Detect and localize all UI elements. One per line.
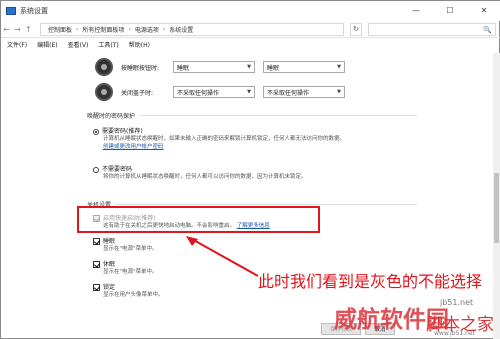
refresh-icon[interactable]: ↻ — [350, 23, 362, 36]
chevron-right-icon: › — [162, 26, 166, 33]
chevron-down-icon: ▼ — [247, 89, 251, 95]
divider — [116, 204, 417, 205]
account-password-link[interactable]: 创建或更改用户帐户密码 — [103, 144, 164, 150]
sleep-battery-select[interactable]: 睡眠 ▼ — [173, 61, 255, 73]
sleep-button-row: 按睡眠按钮时: 睡眠 ▼ 睡眠 ▼ — [95, 58, 353, 76]
lid-battery-select[interactable]: 不采取任何操作 ▼ — [173, 86, 255, 98]
radio-unselected-icon — [93, 166, 99, 173]
menu-bar: 文件(F) 编辑(E) 查看(V) 工具(T) 帮助(H) — [1, 39, 500, 50]
menu-help[interactable]: 帮助(H) — [129, 40, 150, 49]
lid-close-label: 关闭盖子时: — [121, 89, 154, 97]
address-bar: ← → ↑ 控制面板 › 所有控制面板项 › 电源选项 › 系统设置 ↻ 🔍 — [1, 22, 500, 38]
require-password-label: 需要密码(推荐) — [102, 128, 143, 135]
watermark-url: www.jb51.net — [434, 330, 475, 337]
no-password-radio[interactable]: 不需要密码 — [93, 164, 132, 173]
sleep-button-icon — [95, 58, 113, 76]
sleep-battery-value: 睡眠 — [177, 64, 190, 72]
password-section-header: 唤醒时的密码保护 — [87, 111, 417, 120]
sleep-button-label: 按睡眠按钮时: — [121, 64, 160, 72]
control-panel-icon — [6, 7, 16, 15]
highlight-box — [77, 206, 320, 233]
chevron-right-icon: › — [76, 26, 79, 33]
chevron-down-icon: ▼ — [337, 89, 341, 95]
require-password-desc: 计算机从睡眠状态唤醒时，如果未输入正确的密码来解锁计算机锁定，任何人都无法访问你… — [103, 135, 403, 151]
sleep-plugged-value: 睡眠 — [267, 64, 280, 72]
settings-content: 按睡眠按钮时: 睡眠 ▼ 睡眠 ▼ 关闭盖子时: 不采取任何操作 ▼ 不采取任何操作 ▼… — [87, 53, 417, 338]
vertical-scrollbar[interactable] — [493, 53, 500, 339]
hibernate-checkbox[interactable]: 休眠 — [93, 259, 115, 268]
no-password-desc: 将你的计算机从睡眠状态唤醒时，任何人都可以访问你的数据，因为计算机未锁定。 — [103, 174, 307, 180]
require-password-desc-text: 计算机从睡眠状态唤醒时，如果未输入正确的密码来解锁计算机锁定，任何人都无法访问你… — [103, 136, 346, 142]
chevron-down-icon: ▼ — [247, 64, 251, 70]
forward-icon[interactable]: → — [12, 25, 23, 34]
breadcrumb-control-panel[interactable]: 控制面板 — [48, 25, 72, 34]
radio-selected-icon — [93, 128, 99, 135]
close-button[interactable]: ✕ — [467, 1, 500, 19]
sleep-label: 睡眠 — [103, 238, 116, 245]
checkbox-checked-icon — [93, 284, 100, 291]
search-input[interactable]: 🔍 — [368, 23, 496, 36]
lid-plugged-value: 不采取任何操作 — [267, 89, 310, 97]
chevron-right-icon: › — [128, 26, 131, 33]
sleep-checkbox[interactable]: 睡眠 — [93, 236, 115, 245]
search-icon: 🔍 — [483, 25, 492, 34]
no-password-label: 不需要密码 — [102, 166, 133, 173]
checkbox-checked-icon — [93, 261, 100, 268]
up-icon[interactable]: ↑ — [23, 25, 34, 34]
menu-view[interactable]: 查看(V) — [68, 40, 89, 49]
lock-label: 锁定 — [103, 284, 116, 291]
back-icon[interactable]: ← — [1, 25, 12, 34]
lid-close-row: 关闭盖子时: 不采取任何操作 ▼ 不采取任何操作 ▼ — [95, 83, 353, 101]
menu-tools[interactable]: 工具(T) — [98, 40, 118, 49]
window-title: 系统设置 — [20, 7, 48, 15]
breadcrumb[interactable]: 控制面板 › 所有控制面板项 › 电源选项 › 系统设置 — [40, 23, 344, 36]
lid-close-icon — [95, 83, 113, 101]
checkbox-checked-icon — [93, 238, 100, 245]
lock-checkbox[interactable]: 锁定 — [93, 282, 115, 291]
annotation-text: 此时我们看到是灰色的不能选择 — [258, 272, 483, 291]
breadcrumb-system-settings[interactable]: 系统设置 — [169, 25, 193, 34]
require-password-radio[interactable]: 需要密码(推荐) — [93, 126, 143, 135]
sleep-desc: 显示在"电源"菜单中。 — [103, 246, 158, 252]
password-section-title: 唤醒时的密码保护 — [87, 113, 136, 120]
title-bar: 系统设置 — ☐ ✕ — [1, 1, 500, 21]
hibernate-label: 休眠 — [103, 261, 116, 268]
watermark-jb51: jb51.net — [440, 298, 474, 307]
chevron-down-icon: ▼ — [337, 64, 341, 70]
scrollbar-thumb[interactable] — [494, 173, 499, 243]
maximize-button[interactable]: ☐ — [433, 1, 467, 19]
breadcrumb-power-options[interactable]: 电源选项 — [135, 25, 159, 34]
menu-edit[interactable]: 编辑(E) — [37, 40, 57, 49]
breadcrumb-all-items[interactable]: 所有控制面板项 — [82, 25, 124, 34]
minimize-button[interactable]: — — [399, 1, 433, 19]
divider — [140, 115, 417, 116]
lock-desc: 显示在用户头像菜单中。 — [103, 292, 164, 298]
menu-file[interactable]: 文件(F) — [7, 40, 27, 49]
lid-plugged-select[interactable]: 不采取任何操作 ▼ — [263, 86, 345, 98]
sleep-plugged-select[interactable]: 睡眠 ▼ — [263, 61, 345, 73]
lid-battery-value: 不采取任何操作 — [177, 89, 220, 97]
